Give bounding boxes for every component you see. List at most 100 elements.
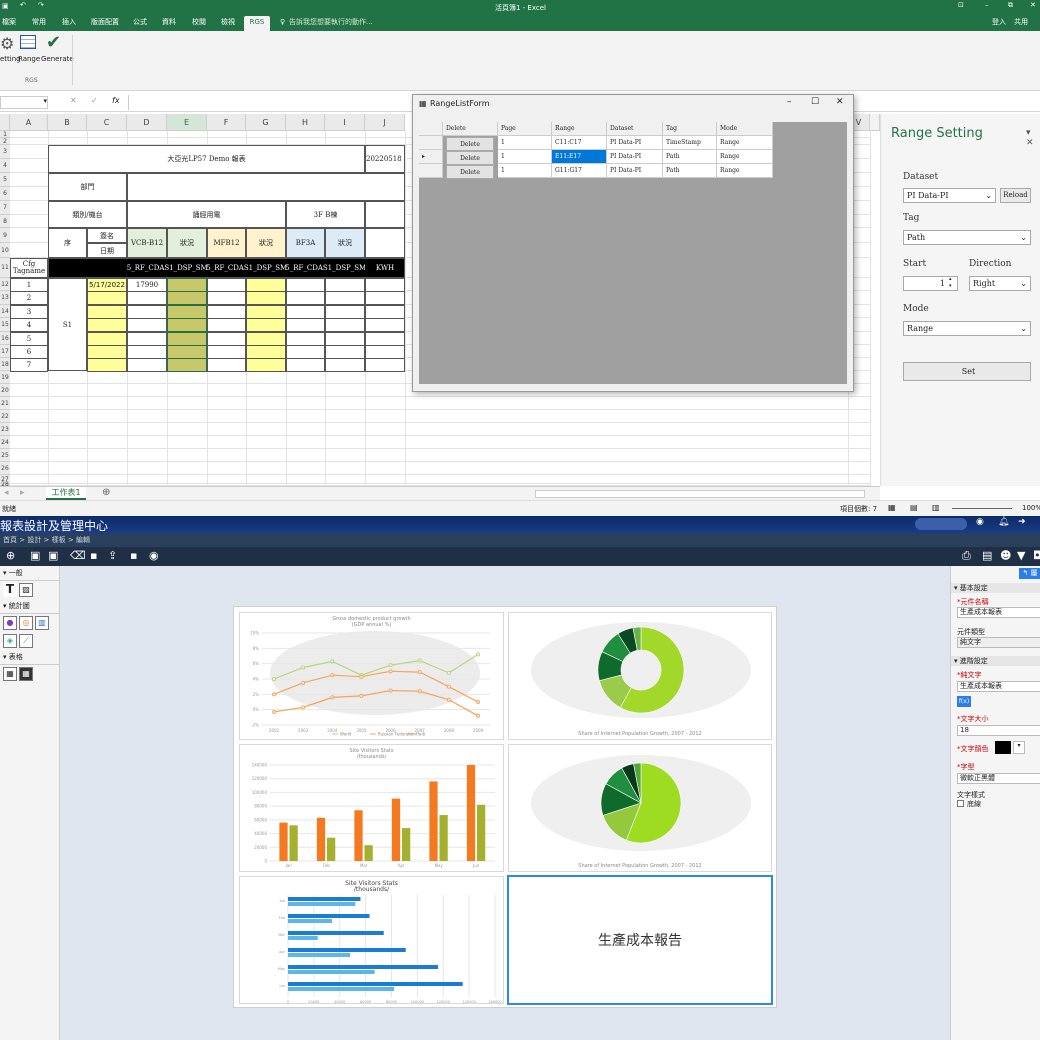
grid-table-icon[interactable]: ▦ (19, 667, 33, 681)
sheet-cell[interactable] (365, 291, 405, 305)
tag-select[interactable]: Path ⌄ (903, 230, 1031, 245)
sheet-cell[interactable] (286, 305, 325, 319)
add-sheet-icon[interactable]: ⊕ (102, 487, 110, 498)
floor-cell[interactable]: 3F B棟 (286, 201, 365, 228)
underline-checkbox[interactable] (957, 800, 964, 807)
row-header[interactable]: 13 (0, 291, 10, 305)
row-header[interactable]: 7 (0, 201, 10, 215)
col-header-g[interactable]: G (246, 114, 286, 131)
col-header-i[interactable]: I (325, 114, 365, 131)
generate-button[interactable]: Generate (41, 55, 74, 63)
sheet-cell[interactable]: 17990 (127, 278, 167, 292)
hbar-chart-panel[interactable]: Site Visitors Stats /thousands/ 0 20000 40… (239, 876, 504, 1004)
s1-cell[interactable]: S1 (48, 278, 87, 371)
mode-cell[interactable]: Range (717, 164, 773, 178)
sheet-cell[interactable] (167, 278, 207, 292)
sheet-cell[interactable] (325, 278, 365, 292)
row-header[interactable]: 25 (0, 449, 10, 462)
panel-toggle-button[interactable]: ↰ 屬 (1019, 568, 1040, 579)
blank-cell[interactable] (365, 228, 405, 258)
sheet-cell[interactable] (207, 345, 246, 359)
breadcrumb[interactable]: 首頁 > 設計 > 樣板 > 編輯 (0, 533, 1040, 547)
dataset-select[interactable]: PI Data-PI ⌄ (903, 188, 996, 203)
disk-icon[interactable]: ▪ (130, 549, 137, 562)
add-icon[interactable]: ⊕ (6, 549, 15, 562)
advanced-section[interactable]: ▾ 進階設定 (951, 656, 1040, 666)
delete-button[interactable]: Delete (446, 165, 494, 179)
sheet-cell[interactable] (246, 358, 286, 372)
row-selector[interactable] (419, 164, 443, 178)
report-page[interactable]: Gross domestic product growth (GDP annua… (233, 606, 777, 1008)
page-layout-icon[interactable]: ▤ (910, 503, 918, 512)
redo-icon[interactable]: ↷ (38, 1, 44, 9)
donut-chart-icon[interactable]: ◎ (19, 616, 33, 630)
row-header[interactable]: 9 (0, 228, 10, 243)
zoom-level[interactable]: 100% (1022, 504, 1040, 512)
column-header[interactable]: Range (552, 122, 607, 136)
mfb-header[interactable]: MFB12 (207, 228, 246, 258)
sheet-cell[interactable] (87, 358, 127, 372)
database-icon[interactable]: ▤ (982, 549, 992, 562)
sheet-cell[interactable] (246, 345, 286, 359)
sheet-cell[interactable] (286, 332, 325, 346)
bell-icon[interactable]: 🔔︎ (998, 517, 1009, 527)
sheet-cell[interactable]: 5/17/2022 (87, 278, 127, 292)
sheet-cell[interactable] (286, 291, 325, 305)
col-header-h[interactable]: H (286, 114, 325, 131)
tag-cell[interactable]: LP5_RF_CDAS1_DSP_SM10 (286, 258, 365, 278)
tab-data[interactable]: 資料 (160, 16, 178, 31)
column-header[interactable]: Dataset (607, 122, 663, 136)
sheet-cell[interactable] (207, 332, 246, 346)
hall-cell[interactable]: 誦經用電 (127, 201, 286, 228)
sheet-cell[interactable] (286, 318, 325, 332)
sheet-cell[interactable] (127, 305, 167, 319)
reload-button[interactable]: Reload (1000, 188, 1031, 203)
column-header[interactable]: Mode (717, 122, 773, 136)
page-cell[interactable]: 1 (498, 164, 552, 178)
sheet-cell[interactable] (207, 291, 246, 305)
row-header[interactable]: 6 (0, 187, 10, 201)
next-sheet-icon[interactable]: ▸ (20, 488, 25, 498)
minimize-icon[interactable]: – (985, 1, 989, 9)
sheet-cell[interactable] (207, 278, 246, 292)
row-header[interactable]: 3 (0, 145, 10, 159)
sheet-cell[interactable] (167, 358, 207, 372)
sheet-cell[interactable] (127, 345, 167, 359)
sheet-cell[interactable] (87, 318, 127, 332)
col-header-e[interactable]: E (167, 114, 207, 131)
palette-general[interactable]: ▾ 一般 (0, 566, 59, 581)
bar-chart-panel[interactable]: Site Visitors Stats /thousands/ 0 20000 40… (239, 744, 504, 872)
sheet-cell[interactable] (246, 318, 286, 332)
range-cell[interactable]: C11:C17 (552, 136, 607, 150)
name-box[interactable]: ▾ (0, 96, 48, 109)
row-header[interactable]: 8 (0, 215, 10, 228)
sheet-cell[interactable] (365, 332, 405, 346)
mode-cell[interactable]: Range (717, 150, 773, 164)
report-text-element[interactable]: 生產成本報告 (507, 875, 773, 1005)
line-chart-icon[interactable]: ⟋ (19, 634, 33, 648)
delete-button[interactable]: Delete (446, 137, 494, 151)
fx-button[interactable]: f(x) (957, 696, 971, 707)
tag-cell[interactable]: Path (663, 164, 717, 178)
row-header[interactable]: 20 (0, 384, 10, 397)
tell-me-input[interactable]: 告訴我您想要執行的動作... (287, 16, 375, 31)
pane-close-icon[interactable]: ▾ ✕ (1026, 128, 1040, 148)
sheet-cell[interactable] (167, 332, 207, 346)
row-header[interactable]: 10 (0, 243, 10, 258)
sheet-cell[interactable] (207, 318, 246, 332)
row-header[interactable]: 16 (0, 332, 10, 345)
dataset-cell[interactable]: PI Data-PI (607, 150, 663, 164)
sheet-cell[interactable] (246, 278, 286, 292)
sheet-cell[interactable] (167, 305, 207, 319)
sheet-cell[interactable] (127, 291, 167, 305)
row-header[interactable]: 23 (0, 423, 10, 436)
sheet-cell[interactable] (127, 332, 167, 346)
color-dropdown-icon[interactable]: ▾ (1013, 741, 1025, 754)
pie-chart-icon[interactable]: ● (3, 616, 17, 630)
grid-corner[interactable] (419, 122, 443, 136)
sheet-cell[interactable] (365, 305, 405, 319)
column-header[interactable]: Delete (443, 122, 498, 136)
sheet-cell[interactable] (325, 291, 365, 305)
row-header[interactable]: 21 (0, 397, 10, 410)
column-header[interactable]: Page (498, 122, 552, 136)
